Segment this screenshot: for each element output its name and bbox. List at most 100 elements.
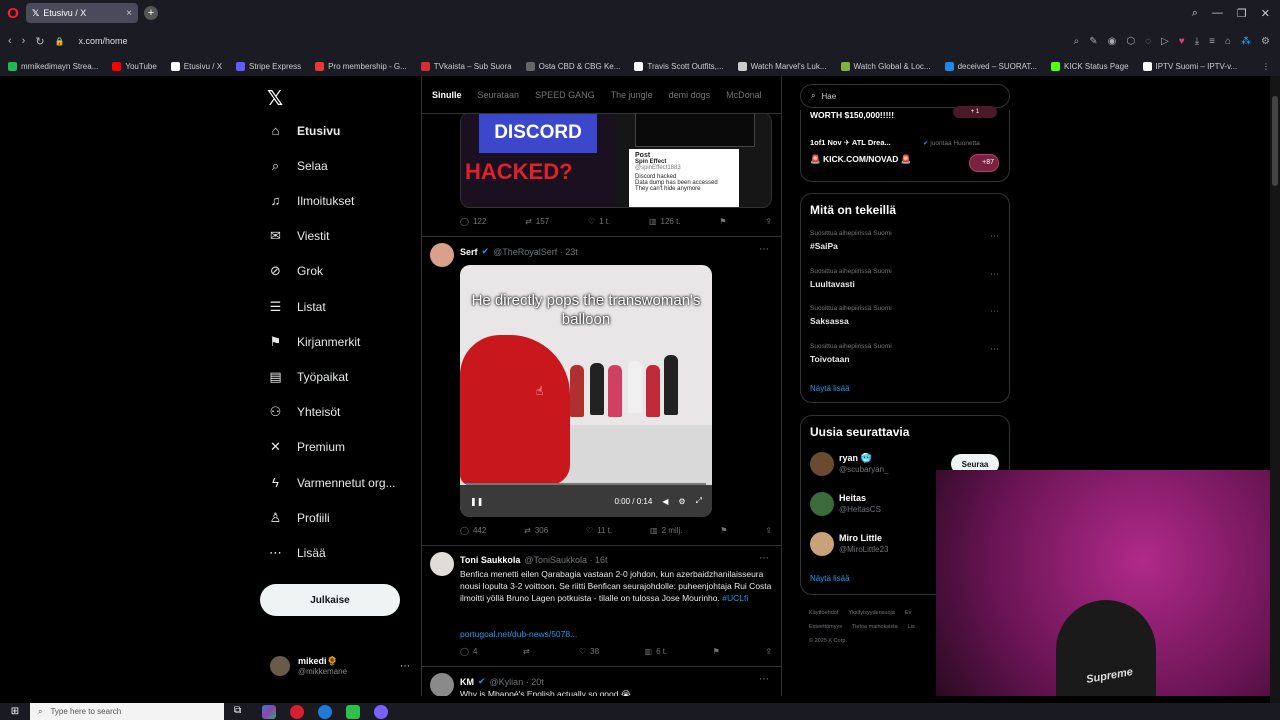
- reload-icon[interactable]: ↻: [35, 35, 44, 48]
- menu-icon[interactable]: ≡: [1209, 36, 1215, 47]
- more-options-icon[interactable]: ⋯: [990, 344, 999, 355]
- url-field[interactable]: x.com/home: [79, 36, 128, 46]
- repost-button[interactable]: ⇄ 157: [525, 217, 549, 226]
- author-handle[interactable]: @ToniSaukkola · 16t: [524, 555, 607, 565]
- bookmark-item[interactable]: IPTV Suomi – IPTV-v...: [1142, 61, 1237, 71]
- bookmark-item[interactable]: mmikedimayn Strea...: [8, 61, 98, 71]
- search-page-icon[interactable]: ⌕: [1074, 36, 1080, 47]
- video-player[interactable]: He directly pops the transwoman's balloo…: [460, 265, 712, 517]
- pause-icon[interactable]: ❚❚: [470, 497, 483, 506]
- edit-icon[interactable]: ✎: [1089, 36, 1097, 47]
- scroll-thumb[interactable]: [1272, 96, 1278, 186]
- new-tab-button[interactable]: +: [144, 6, 158, 20]
- back-icon[interactable]: ‹: [8, 35, 12, 47]
- close-window-icon[interactable]: ✕: [1261, 7, 1270, 20]
- trend-name[interactable]: Toivotaan: [810, 354, 850, 364]
- bookmark-item[interactable]: Osta CBD & CBG Ke...: [525, 61, 620, 71]
- wallet-icon[interactable]: ⌂: [1225, 36, 1231, 47]
- follow-name[interactable]: ryan 🥶: [839, 453, 872, 464]
- browser-tab[interactable]: 𝕏 Etusivu / X ×: [26, 3, 138, 23]
- trend-name[interactable]: Luultavasti: [810, 279, 855, 289]
- more-options-icon[interactable]: ⋯: [990, 306, 999, 317]
- bookmark-button[interactable]: ⚑: [719, 217, 726, 226]
- app-taskbar-icon[interactable]: [346, 704, 360, 719]
- feed-tab[interactable]: The jungle: [611, 90, 653, 100]
- nav-item-etusivu[interactable]: ⌂ Etusivu: [268, 123, 341, 138]
- bookmark-item[interactable]: TVkaista – Sub Suora: [420, 61, 512, 71]
- views-button[interactable]: ▥ 6 t.: [645, 647, 668, 656]
- more-options-icon[interactable]: ⋯: [759, 244, 769, 255]
- nav-item-ilmoitukset[interactable]: ♫ Ilmoitukset: [268, 193, 355, 208]
- feed-tab[interactable]: Seurataan: [478, 90, 520, 100]
- task-view-icon[interactable]: ⧉: [234, 705, 248, 719]
- more-options-icon[interactable]: ⋯: [990, 269, 999, 280]
- author-handle[interactable]: @Kylian · 20t: [490, 677, 544, 687]
- nav-item-grok[interactable]: ⊘ Grok: [268, 263, 323, 279]
- more-options-icon[interactable]: ⋯: [400, 661, 410, 672]
- repost-button[interactable]: ⇄ 306: [524, 526, 548, 535]
- nav-item-kirjanmerkit[interactable]: ⚑ Kirjanmerkit: [268, 334, 361, 350]
- close-tab-icon[interactable]: ×: [126, 8, 132, 19]
- taskbar-search[interactable]: ⌕ Type here to search: [30, 703, 224, 720]
- feed-tab[interactable]: SPEED GANG: [535, 90, 595, 100]
- nav-item-lisää[interactable]: ⋯ Lisää: [268, 545, 326, 561]
- tweet-image[interactable]: DISCORD HACKED? Post Spin Effect @spinEf…: [460, 112, 772, 208]
- like-button[interactable]: ♡ 38: [579, 647, 599, 656]
- show-more-link[interactable]: Näytä lisää: [810, 574, 850, 583]
- footer-link[interactable]: Esteettömyys: [809, 624, 842, 630]
- bookmark-item[interactable]: Pro membership - G...: [315, 61, 407, 71]
- avatar[interactable]: [810, 492, 834, 516]
- nav-item-viestit[interactable]: ✉ Viestit: [268, 228, 329, 244]
- like-button[interactable]: ♡ 11 t.: [586, 526, 612, 535]
- bookmark-item[interactable]: deceived – SUORAT...: [944, 61, 1037, 71]
- opera-taskbar-icon[interactable]: [290, 704, 304, 719]
- live-spaces-card[interactable]: WORTH $150,000!!!!! + 1 1of1 Nov ✈ ATL D…: [800, 106, 1010, 182]
- show-more-link[interactable]: Näytä lisää: [810, 384, 850, 393]
- more-options-icon[interactable]: ⋯: [759, 553, 769, 564]
- footer-link[interactable]: Käyttöehdot: [809, 610, 838, 616]
- play-icon[interactable]: ▷: [1161, 36, 1169, 47]
- external-link[interactable]: portugoal.net/dub-news/5078...: [460, 629, 577, 639]
- follow-name[interactable]: Heitas: [839, 493, 866, 503]
- opera-logo-icon[interactable]: O: [0, 0, 26, 26]
- bookmark-item[interactable]: Watch Global & Loc...: [840, 61, 931, 71]
- search-tabs-icon[interactable]: ⌕: [1192, 7, 1198, 20]
- nav-item-varmennetut-org-[interactable]: ϟ Varmennetut org...: [268, 475, 395, 490]
- trend-name[interactable]: #SaiPa: [810, 241, 838, 251]
- post-button[interactable]: Julkaise: [260, 584, 400, 616]
- avatar[interactable]: [810, 532, 834, 556]
- trend-name[interactable]: Saksassa: [810, 316, 849, 326]
- views-button[interactable]: ▥ 2 milj.: [650, 526, 682, 535]
- maximize-icon[interactable]: ❐: [1237, 7, 1247, 20]
- nav-item-selaa[interactable]: ⌕ Selaa: [268, 158, 328, 174]
- bookmarks-more-icon[interactable]: ⋮: [1262, 62, 1280, 71]
- bookmark-button[interactable]: ⚑: [713, 647, 720, 656]
- avatar[interactable]: [430, 552, 454, 576]
- page-scrollbar[interactable]: [1270, 76, 1280, 703]
- bookmark-item[interactable]: YouTube: [112, 61, 157, 71]
- footer-link[interactable]: Tietoa mainoksista: [852, 624, 898, 630]
- share-button[interactable]: ⇪: [765, 647, 772, 656]
- share-button[interactable]: ⇪: [765, 217, 772, 226]
- avatar[interactable]: [430, 243, 454, 267]
- nav-item-premium[interactable]: ✕ Premium: [268, 439, 345, 455]
- bookmark-item[interactable]: KICK Status Page: [1051, 61, 1129, 71]
- repost-button[interactable]: ⇄: [523, 647, 534, 656]
- bookmark-button[interactable]: ⚑: [720, 526, 727, 535]
- footer-link[interactable]: Yksityisyydensuoja: [848, 610, 894, 616]
- bookmark-item[interactable]: Travis Scott Outfits,...: [634, 61, 724, 71]
- more-options-icon[interactable]: ⋯: [990, 231, 999, 242]
- account-switcher[interactable]: mikedi🌻 @mikkemane ⋯: [270, 656, 410, 676]
- search-input[interactable]: ⌕ Hae: [800, 84, 1010, 108]
- bookmark-item[interactable]: Watch Marvel's Luk...: [737, 61, 827, 71]
- nav-item-profiili[interactable]: ♙ Profiili: [268, 510, 330, 526]
- author-name[interactable]: Toni Saukkola: [460, 555, 520, 565]
- app-icon[interactable]: [262, 704, 276, 719]
- avatar[interactable]: [810, 452, 834, 476]
- reply-button[interactable]: ◯ 4: [460, 647, 477, 656]
- fullscreen-icon[interactable]: ⤢: [696, 496, 702, 506]
- author-name[interactable]: KM: [460, 677, 474, 687]
- share-button[interactable]: ⇪: [765, 526, 772, 535]
- windows-start-icon[interactable]: ⊞: [0, 706, 30, 717]
- minimize-icon[interactable]: —: [1212, 7, 1223, 19]
